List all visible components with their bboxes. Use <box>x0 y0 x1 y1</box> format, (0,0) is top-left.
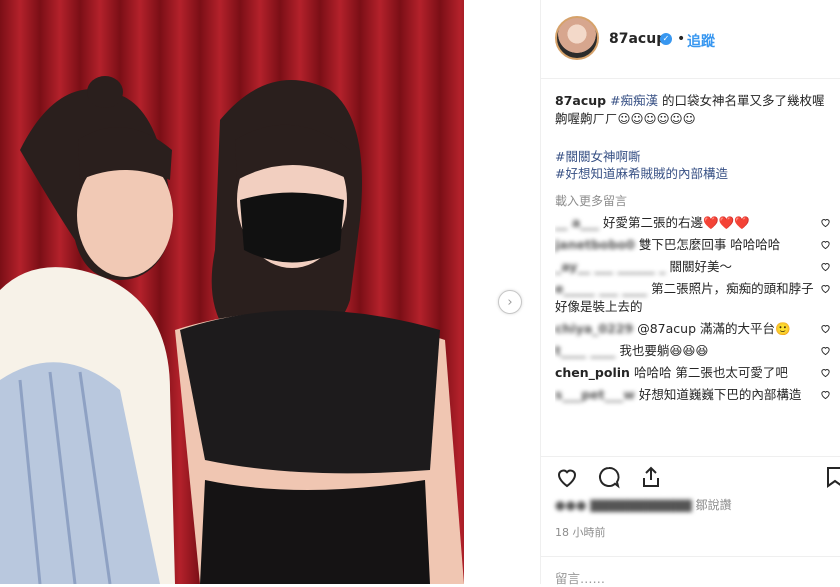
load-more-comments[interactable]: 載入更多留言 <box>555 192 627 209</box>
post-photo <box>0 0 464 584</box>
comment-username[interactable]: janetbobo0 <box>555 237 635 252</box>
comment-item: e_____ ___ ____ 第二張照片，痴痴的頭和脖子好像是裝上去的 <box>555 280 839 316</box>
comment-username[interactable]: s___pet___w <box>555 387 635 402</box>
comment-text: 哈哈哈 第二張也太可愛了吧 <box>633 365 788 380</box>
liker-avatars: ●●● ▇▇▇▇▇▇▇▇▇▇▇ <box>555 498 692 512</box>
comment-username[interactable]: _ay__ ___ ______ _ <box>555 259 666 274</box>
comment-username[interactable]: chiya_0229 <box>555 321 633 336</box>
verified-icon: ✓ <box>660 33 672 45</box>
comment-item: _ay__ ___ ______ _ 關關好美～ <box>555 258 839 276</box>
follow-button[interactable]: 追蹤 <box>687 31 715 51</box>
likes-text: 鄒說讚 <box>695 498 732 512</box>
comment-item: t____ ____ 我也要躺😆😆😆 <box>555 342 839 360</box>
comment-username[interactable]: t____ ____ <box>555 343 615 358</box>
comment-item: janetbobo0 雙下巴怎麼回事 哈哈哈哈 <box>555 236 839 254</box>
heart-icon[interactable] <box>820 217 831 228</box>
heart-icon[interactable] <box>820 261 831 272</box>
next-photo-button[interactable]: › <box>498 290 522 314</box>
comment-list: __ a___ 好愛第二張的右邊❤️❤️❤️ janetbobo0 雙下巴怎麼回… <box>555 210 839 456</box>
heart-icon[interactable] <box>820 345 831 356</box>
comment-text: 好想知道巍巍下巴的內部構造 <box>638 387 802 402</box>
bookmark-icon[interactable] <box>823 465 840 489</box>
comment-username[interactable]: chen_polin <box>555 365 630 380</box>
hashtag-link[interactable]: #關關女神啊嘶 <box>555 148 728 165</box>
add-comment-bar: 留言…… <box>541 556 840 587</box>
comment-text: 我也要躺😆😆😆 <box>619 343 709 358</box>
caption-hashtag[interactable]: #痴痴漢 <box>610 93 658 108</box>
comment-text: 好愛第二張的右邊❤️❤️❤️ <box>603 215 750 230</box>
heart-icon[interactable] <box>555 465 579 489</box>
caption-username[interactable]: 87acup <box>555 93 606 108</box>
share-icon[interactable] <box>639 465 663 489</box>
comment-item: __ a___ 好愛第二張的右邊❤️❤️❤️ <box>555 214 839 232</box>
comment-username[interactable]: __ a___ <box>555 215 599 230</box>
post-caption: 87acup #痴痴漢 的口袋女神名單又多了幾枚喔齁喔齁ㄏㄏ☺︎☺︎☺︎☺︎☺︎… <box>555 92 825 128</box>
comment-input[interactable]: 留言…… <box>555 568 605 587</box>
post-timestamp: 18 小時前 <box>555 526 606 539</box>
comment-item: chen_polin 哈哈哈 第二張也太可愛了吧 <box>555 364 839 382</box>
comment-item: chiya_0229 @87acup 滿滿的大平台🙂 <box>555 320 839 338</box>
post-actions <box>541 456 840 493</box>
heart-icon[interactable] <box>820 367 831 378</box>
comment-username[interactable]: e_____ ___ ____ <box>555 281 647 296</box>
heart-icon[interactable] <box>820 283 831 294</box>
comment-text: @87acup 滿滿的大平台🙂 <box>637 321 791 336</box>
heart-icon[interactable] <box>820 389 831 400</box>
hashtag-link[interactable]: #好想知道麻希賊賊的內部構造 <box>555 165 728 182</box>
heart-icon[interactable] <box>820 239 831 250</box>
hashtag-list: #關關女神啊嘶 #好想知道麻希賊賊的內部構造 <box>555 148 728 182</box>
likes-summary[interactable]: ●●● ▇▇▇▇▇▇▇▇▇▇▇ 鄒說讚 <box>555 496 732 513</box>
comment-text: 雙下巴怎麼回事 哈哈哈哈 <box>638 237 781 252</box>
post-header: 87acup ✓ • 追蹤 <box>541 0 840 79</box>
photo-art <box>0 0 464 584</box>
post-panel: 87acup ✓ • 追蹤 87acup #痴痴漢 的口袋女神名單又多了幾枚喔齁… <box>540 0 840 587</box>
comment-icon[interactable] <box>597 465 621 489</box>
comment-item: s___pet___w 好想知道巍巍下巴的內部構造 <box>555 386 839 404</box>
avatar[interactable] <box>555 16 599 60</box>
username-link[interactable]: 87acup <box>609 31 666 47</box>
heart-icon[interactable] <box>820 323 831 334</box>
separator-dot: • <box>677 31 686 47</box>
comment-text: 關關好美～ <box>669 259 733 274</box>
